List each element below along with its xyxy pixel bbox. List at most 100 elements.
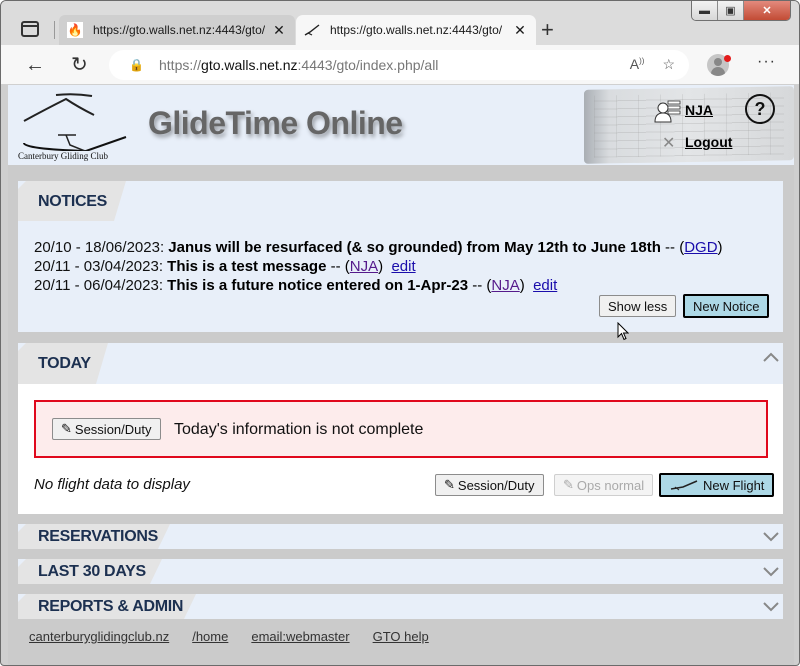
reports-admin-title: REPORTS & ADMIN — [38, 598, 184, 615]
alert-text: Today's information is not complete — [174, 421, 424, 438]
page-content: Canterbury Gliding Club GlideTime Online… — [8, 85, 794, 665]
glider-icon — [304, 22, 320, 38]
notice-message: This is a test message — [167, 258, 327, 275]
notice-dates: 20/10 - 18/06/2023: — [34, 239, 165, 256]
title-bar: 🔥 https://gto.walls.net.nz:4443/gto/ ✕ h… — [1, 1, 799, 45]
notice-author-link[interactable]: NJA — [350, 258, 378, 275]
notices-title: NOTICES — [38, 193, 108, 210]
button-label: Session/Duty — [457, 477, 535, 493]
new-tab-button[interactable]: + — [541, 17, 554, 43]
notice-separator: -- ( — [468, 277, 492, 294]
logout-link[interactable]: Logout — [685, 134, 732, 150]
incomplete-info-alert: ✎ Session/Duty Today's information is not… — [34, 400, 768, 458]
back-icon[interactable]: ← — [25, 53, 45, 77]
maximize-button[interactable]: ▣ — [718, 1, 744, 20]
notice-close-paren: ) — [378, 258, 384, 275]
chevron-up-icon[interactable] — [763, 352, 779, 362]
reports-admin-panel[interactable]: REPORTS & ADMIN — [18, 594, 783, 619]
pencil-icon: ✎ — [444, 477, 455, 492]
user-icon — [654, 100, 681, 123]
alert-session-duty-button[interactable]: ✎ Session/Duty — [52, 418, 161, 440]
footer-link-help[interactable]: GTO help — [373, 629, 429, 644]
address-bar: ← ↻ 🔒 https://gto.walls.net.nz:4443/gto/… — [1, 45, 799, 85]
browser-tab-1[interactable]: 🔥 https://gto.walls.net.nz:4443/gto/ ✕ — [59, 15, 295, 45]
new-flight-button[interactable]: New Flight — [659, 473, 775, 497]
notice-message: Janus will be resurfaced (& so grounded)… — [168, 239, 661, 256]
site-header: Canterbury Gliding Club GlideTime Online… — [8, 85, 794, 165]
notice-item: 20/11 - 03/04/2023: This is a test messa… — [34, 257, 723, 276]
reservations-panel[interactable]: RESERVATIONS — [18, 524, 783, 549]
pencil-icon: ✎ — [61, 421, 72, 436]
notification-dot — [724, 55, 731, 62]
url-path: :4443/gto/index.php/all — [297, 57, 439, 73]
chevron-down-icon[interactable] — [763, 567, 779, 577]
notice-close-paren: ) — [519, 277, 525, 294]
read-aloud-icon[interactable]: A)) — [630, 56, 645, 73]
footer-link-home[interactable]: /home — [192, 629, 228, 644]
last-30-days-panel[interactable]: LAST 30 DAYS — [18, 559, 783, 584]
no-flight-data-text: No flight data to display — [34, 476, 190, 493]
notice-edit-link[interactable]: edit — [533, 277, 557, 294]
notice-author-link[interactable]: DGD — [684, 239, 717, 256]
today-panel: TODAY ✎ Session/Duty Today's information … — [18, 343, 783, 514]
button-label: Session/Duty — [74, 421, 152, 437]
show-less-button[interactable]: Show less — [599, 295, 677, 317]
notice-list: 20/10 - 18/06/2023: Janus will be resurf… — [34, 238, 723, 295]
url-scheme: https:// — [159, 57, 202, 73]
button-label: Ops normal — [576, 477, 645, 493]
mouse-cursor-icon — [617, 322, 629, 341]
tab-actions-icon[interactable] — [21, 21, 39, 37]
new-notice-button[interactable]: New Notice — [683, 294, 770, 318]
notice-dates: 20/11 - 06/04/2023: — [34, 277, 163, 294]
session-duty-button[interactable]: ✎ Session/Duty — [435, 474, 544, 496]
window-controls: ▬ ▣ ✕ — [691, 1, 791, 21]
notice-dates: 20/11 - 03/04/2023: — [34, 258, 163, 275]
button-label: New Flight — [703, 477, 765, 493]
notice-separator: -- ( — [660, 239, 685, 256]
minimize-button[interactable]: ▬ — [692, 1, 718, 20]
add-favorite-icon[interactable]: ☆ — [662, 56, 675, 73]
footer-link-club-site[interactable]: canterburyglidingclub.nz — [29, 629, 169, 644]
tab-title: https://gto.walls.net.nz:4443/gto/ — [93, 23, 265, 37]
footer-links: canterburyglidingclub.nz /home email:web… — [29, 629, 429, 644]
fire-icon: 🔥 — [67, 22, 83, 38]
notices-header[interactable]: NOTICES — [18, 181, 783, 221]
more-menu-icon[interactable]: ··· — [757, 53, 776, 71]
tab-separator — [54, 21, 55, 39]
notice-message: This is a future notice entered on 1-Apr… — [167, 277, 469, 294]
lock-icon[interactable]: 🔒 — [129, 58, 144, 72]
notice-item: 20/11 - 06/04/2023: This is a future not… — [34, 276, 723, 295]
help-icon[interactable]: ? — [745, 94, 775, 124]
site-title: GlideTime Online — [148, 105, 403, 141]
chevron-down-icon[interactable] — [763, 532, 779, 542]
footer-link-email[interactable]: email:webmaster — [251, 629, 349, 644]
today-header[interactable]: TODAY — [18, 343, 783, 384]
logo-caption: Canterbury Gliding Club — [18, 151, 108, 161]
tab-title: https://gto.walls.net.nz:4443/gto/ — [330, 23, 503, 37]
today-title: TODAY — [38, 355, 91, 372]
glider-icon — [670, 480, 698, 491]
notice-edit-link[interactable]: edit — [391, 258, 415, 275]
club-logo[interactable]: Canterbury Gliding Club — [16, 91, 128, 165]
url-host: gto.walls.net.nz — [201, 57, 298, 73]
browser-window: 🔥 https://gto.walls.net.nz:4443/gto/ ✕ h… — [0, 0, 800, 666]
pencil-icon: ✎ — [563, 477, 574, 492]
glider-logo-icon — [23, 93, 127, 154]
help-glyph: ? — [754, 98, 766, 119]
url-field[interactable]: 🔒 https://gto.walls.net.nz:4443/gto/inde… — [109, 50, 689, 80]
browser-tab-2[interactable]: https://gto.walls.net.nz:4443/gto/ ✕ — [296, 15, 536, 45]
logout-icon[interactable]: ✕ — [662, 133, 675, 153]
close-window-button[interactable]: ✕ — [744, 1, 790, 20]
notice-author-link[interactable]: NJA — [491, 277, 519, 294]
notice-close-paren: ) — [717, 239, 723, 256]
close-tab-icon[interactable]: ✕ — [271, 22, 287, 39]
ops-normal-button: ✎ Ops normal — [554, 474, 654, 496]
notice-item: 20/10 - 18/06/2023: Janus will be resurf… — [34, 238, 723, 257]
close-tab-icon[interactable]: ✕ — [512, 22, 528, 39]
refresh-icon[interactable]: ↻ — [71, 53, 88, 77]
notices-panel: NOTICES 20/10 - 18/06/2023: Janus will b… — [18, 181, 783, 332]
reservations-title: RESERVATIONS — [38, 528, 158, 545]
notice-separator: -- ( — [326, 258, 350, 275]
chevron-down-icon[interactable] — [763, 602, 779, 612]
user-link[interactable]: NJA — [685, 102, 713, 118]
